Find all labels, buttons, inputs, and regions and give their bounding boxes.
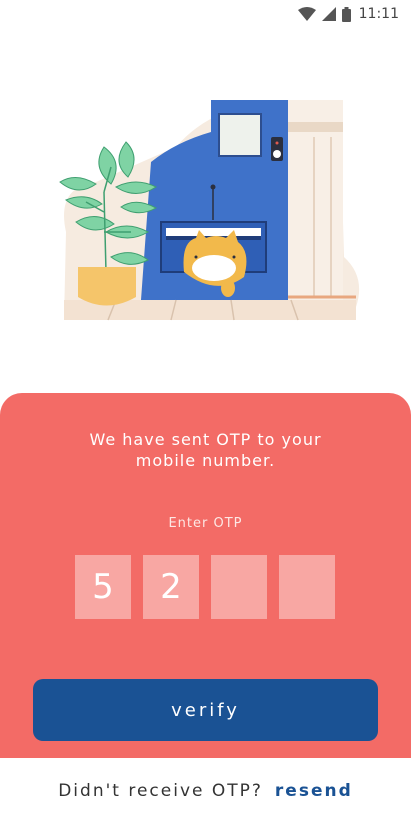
wifi-icon: [297, 7, 316, 21]
signal-icon: [321, 7, 336, 21]
cat-door-illustration: [56, 92, 366, 324]
otp-digit-2[interactable]: 2: [143, 555, 199, 619]
otp-card: We have sent OTP to your mobile number. …: [0, 393, 411, 758]
otp-digit-4[interactable]: [279, 555, 335, 619]
battery-icon: [341, 6, 351, 22]
resend-prompt: Didn't receive OTP?: [58, 780, 263, 801]
verify-button[interactable]: verify: [33, 679, 378, 741]
otp-input-row: 5 2: [75, 555, 335, 619]
otp-digit-3[interactable]: [211, 555, 267, 619]
otp-sent-message: We have sent OTP to your mobile number.: [89, 430, 322, 470]
enter-otp-label: Enter OTP: [168, 516, 243, 531]
status-bar: 11:11: [0, 0, 411, 28]
otp-digit-1[interactable]: 5: [75, 555, 131, 619]
status-time: 11:11: [358, 6, 399, 22]
resend-footer: Didn't receive OTP? resend: [0, 758, 411, 823]
resend-link[interactable]: resend: [275, 781, 353, 801]
